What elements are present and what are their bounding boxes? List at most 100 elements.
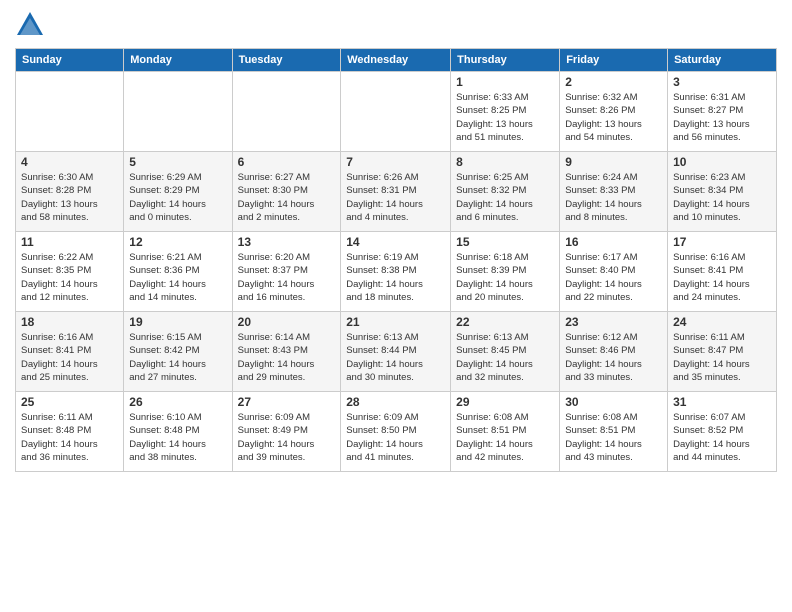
- calendar-cell: 28 Sunrise: 6:09 AM Sunset: 8:50 PM Dayli…: [341, 392, 451, 472]
- day-info: Sunrise: 6:20 AM Sunset: 8:37 PM Dayligh…: [238, 251, 336, 304]
- calendar-cell: 12 Sunrise: 6:21 AM Sunset: 8:36 PM Dayli…: [124, 232, 232, 312]
- day-number: 2: [565, 75, 662, 89]
- day-info: Sunrise: 6:30 AM Sunset: 8:28 PM Dayligh…: [21, 171, 118, 224]
- day-info: Sunrise: 6:21 AM Sunset: 8:36 PM Dayligh…: [129, 251, 226, 304]
- logo: [15, 10, 47, 40]
- logo-icon: [15, 10, 45, 40]
- day-number: 3: [673, 75, 771, 89]
- day-info: Sunrise: 6:19 AM Sunset: 8:38 PM Dayligh…: [346, 251, 445, 304]
- calendar-cell: [16, 72, 124, 152]
- day-number: 18: [21, 315, 118, 329]
- calendar-cell: 31Sunrise: 6:07 AM Sunset: 8:52 PM Dayli…: [668, 392, 777, 472]
- day-number: 5: [129, 155, 226, 169]
- day-number: 15: [456, 235, 554, 249]
- day-info: Sunrise: 6:33 AM Sunset: 8:25 PM Dayligh…: [456, 91, 554, 144]
- weekday-header: Monday: [124, 49, 232, 72]
- weekday-header: Tuesday: [232, 49, 341, 72]
- day-info: Sunrise: 6:13 AM Sunset: 8:45 PM Dayligh…: [456, 331, 554, 384]
- calendar-cell: 4 Sunrise: 6:30 AM Sunset: 8:28 PM Daylig…: [16, 152, 124, 232]
- calendar-cell: 25 Sunrise: 6:11 AM Sunset: 8:48 PM Dayli…: [16, 392, 124, 472]
- calendar-cell: 13 Sunrise: 6:20 AM Sunset: 8:37 PM Dayli…: [232, 232, 341, 312]
- day-info: Sunrise: 6:14 AM Sunset: 8:43 PM Dayligh…: [238, 331, 336, 384]
- day-info: Sunrise: 6:17 AM Sunset: 8:40 PM Dayligh…: [565, 251, 662, 304]
- calendar-cell: 7 Sunrise: 6:26 AM Sunset: 8:31 PM Daylig…: [341, 152, 451, 232]
- calendar-cell: 14Sunrise: 6:19 AM Sunset: 8:38 PM Dayli…: [341, 232, 451, 312]
- calendar-cell: 11 Sunrise: 6:22 AM Sunset: 8:35 PM Dayli…: [16, 232, 124, 312]
- day-number: 22: [456, 315, 554, 329]
- day-info: Sunrise: 6:12 AM Sunset: 8:46 PM Dayligh…: [565, 331, 662, 384]
- day-number: 12: [129, 235, 226, 249]
- day-number: 30: [565, 395, 662, 409]
- day-info: Sunrise: 6:08 AM Sunset: 8:51 PM Dayligh…: [456, 411, 554, 464]
- day-number: 23: [565, 315, 662, 329]
- calendar-cell: 22 Sunrise: 6:13 AM Sunset: 8:45 PM Dayli…: [451, 312, 560, 392]
- day-info: Sunrise: 6:32 AM Sunset: 8:26 PM Dayligh…: [565, 91, 662, 144]
- day-info: Sunrise: 6:27 AM Sunset: 8:30 PM Dayligh…: [238, 171, 336, 224]
- calendar-cell: 8 Sunrise: 6:25 AM Sunset: 8:32 PM Daylig…: [451, 152, 560, 232]
- day-number: 11: [21, 235, 118, 249]
- calendar-week-row: 11 Sunrise: 6:22 AM Sunset: 8:35 PM Dayli…: [16, 232, 777, 312]
- day-number: 8: [456, 155, 554, 169]
- day-info: Sunrise: 6:09 AM Sunset: 8:50 PM Dayligh…: [346, 411, 445, 464]
- header: [15, 10, 777, 40]
- calendar-cell: 16 Sunrise: 6:17 AM Sunset: 8:40 PM Dayli…: [560, 232, 668, 312]
- calendar-cell: [232, 72, 341, 152]
- day-number: 1: [456, 75, 554, 89]
- calendar-cell: 10 Sunrise: 6:23 AM Sunset: 8:34 PM Dayli…: [668, 152, 777, 232]
- day-number: 28: [346, 395, 445, 409]
- day-number: 4: [21, 155, 118, 169]
- calendar-cell: 6 Sunrise: 6:27 AM Sunset: 8:30 PM Daylig…: [232, 152, 341, 232]
- day-number: 31: [673, 395, 771, 409]
- day-number: 27: [238, 395, 336, 409]
- calendar-cell: 30Sunrise: 6:08 AM Sunset: 8:51 PM Dayli…: [560, 392, 668, 472]
- calendar-cell: 21 Sunrise: 6:13 AM Sunset: 8:44 PM Dayli…: [341, 312, 451, 392]
- weekday-header: Saturday: [668, 49, 777, 72]
- calendar-week-row: 4 Sunrise: 6:30 AM Sunset: 8:28 PM Daylig…: [16, 152, 777, 232]
- day-info: Sunrise: 6:16 AM Sunset: 8:41 PM Dayligh…: [21, 331, 118, 384]
- calendar-cell: 15Sunrise: 6:18 AM Sunset: 8:39 PM Dayli…: [451, 232, 560, 312]
- day-info: Sunrise: 6:13 AM Sunset: 8:44 PM Dayligh…: [346, 331, 445, 384]
- day-number: 17: [673, 235, 771, 249]
- calendar-cell: 24Sunrise: 6:11 AM Sunset: 8:47 PM Dayli…: [668, 312, 777, 392]
- calendar-cell: 29 Sunrise: 6:08 AM Sunset: 8:51 PM Dayli…: [451, 392, 560, 472]
- weekday-header: Wednesday: [341, 49, 451, 72]
- day-number: 26: [129, 395, 226, 409]
- day-number: 9: [565, 155, 662, 169]
- day-info: Sunrise: 6:23 AM Sunset: 8:34 PM Dayligh…: [673, 171, 771, 224]
- day-info: Sunrise: 6:15 AM Sunset: 8:42 PM Dayligh…: [129, 331, 226, 384]
- day-number: 6: [238, 155, 336, 169]
- day-number: 7: [346, 155, 445, 169]
- page: SundayMondayTuesdayWednesdayThursdayFrid…: [0, 0, 792, 612]
- day-number: 25: [21, 395, 118, 409]
- day-info: Sunrise: 6:26 AM Sunset: 8:31 PM Dayligh…: [346, 171, 445, 224]
- day-info: Sunrise: 6:25 AM Sunset: 8:32 PM Dayligh…: [456, 171, 554, 224]
- day-number: 13: [238, 235, 336, 249]
- calendar-cell: 23 Sunrise: 6:12 AM Sunset: 8:46 PM Dayli…: [560, 312, 668, 392]
- weekday-header: Friday: [560, 49, 668, 72]
- calendar-table: SundayMondayTuesdayWednesdayThursdayFrid…: [15, 48, 777, 472]
- calendar-cell: 2 Sunrise: 6:32 AM Sunset: 8:26 PM Daylig…: [560, 72, 668, 152]
- calendar-cell: 18 Sunrise: 6:16 AM Sunset: 8:41 PM Dayli…: [16, 312, 124, 392]
- day-info: Sunrise: 6:09 AM Sunset: 8:49 PM Dayligh…: [238, 411, 336, 464]
- calendar-cell: 5Sunrise: 6:29 AM Sunset: 8:29 PM Daylig…: [124, 152, 232, 232]
- calendar-header-row: SundayMondayTuesdayWednesdayThursdayFrid…: [16, 49, 777, 72]
- calendar-week-row: 25 Sunrise: 6:11 AM Sunset: 8:48 PM Dayli…: [16, 392, 777, 472]
- calendar-cell: 26Sunrise: 6:10 AM Sunset: 8:48 PM Dayli…: [124, 392, 232, 472]
- day-number: 16: [565, 235, 662, 249]
- day-number: 19: [129, 315, 226, 329]
- day-number: 10: [673, 155, 771, 169]
- day-info: Sunrise: 6:11 AM Sunset: 8:48 PM Dayligh…: [21, 411, 118, 464]
- weekday-header: Thursday: [451, 49, 560, 72]
- weekday-header: Sunday: [16, 49, 124, 72]
- calendar-cell: [341, 72, 451, 152]
- calendar-week-row: 1 Sunrise: 6:33 AM Sunset: 8:25 PM Daylig…: [16, 72, 777, 152]
- calendar-week-row: 18 Sunrise: 6:16 AM Sunset: 8:41 PM Dayli…: [16, 312, 777, 392]
- day-info: Sunrise: 6:24 AM Sunset: 8:33 PM Dayligh…: [565, 171, 662, 224]
- day-info: Sunrise: 6:16 AM Sunset: 8:41 PM Dayligh…: [673, 251, 771, 304]
- day-number: 21: [346, 315, 445, 329]
- calendar-cell: 1 Sunrise: 6:33 AM Sunset: 8:25 PM Daylig…: [451, 72, 560, 152]
- day-number: 24: [673, 315, 771, 329]
- day-number: 29: [456, 395, 554, 409]
- calendar-cell: 9 Sunrise: 6:24 AM Sunset: 8:33 PM Daylig…: [560, 152, 668, 232]
- day-info: Sunrise: 6:22 AM Sunset: 8:35 PM Dayligh…: [21, 251, 118, 304]
